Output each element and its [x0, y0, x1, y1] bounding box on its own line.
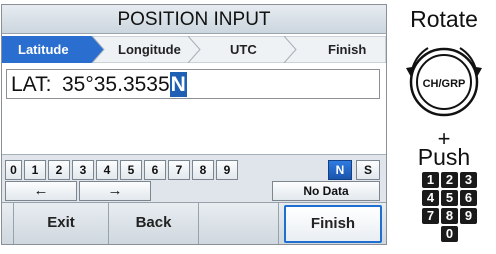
num-key-6-icon: 6: [460, 190, 477, 206]
key-6[interactable]: 6: [144, 160, 166, 180]
step-finish: Finish: [328, 42, 367, 57]
num-key-4-icon: 4: [422, 190, 439, 206]
latitude-input[interactable]: LAT: 35°35.3535N: [6, 69, 380, 99]
key-south[interactable]: S: [356, 160, 380, 180]
num-key-8-icon: 8: [441, 208, 458, 224]
step-utc: UTC: [230, 42, 257, 57]
key-4[interactable]: 4: [96, 160, 118, 180]
key-8[interactable]: 8: [192, 160, 214, 180]
key-7[interactable]: 7: [168, 160, 190, 180]
num-key-9-icon: 9: [460, 208, 477, 224]
key-0[interactable]: 0: [5, 160, 22, 180]
key-1[interactable]: 1: [24, 160, 46, 180]
num-key-1-icon: 1: [422, 172, 439, 188]
step-progress-bar: Latitude Longitude UTC Finish: [2, 36, 386, 63]
screen-title: POSITION INPUT: [2, 5, 386, 34]
key-2[interactable]: 2: [48, 160, 70, 180]
softkey-spacer: [2, 203, 14, 244]
num-key-0-icon: 0: [441, 226, 458, 242]
rotate-label: Rotate: [410, 6, 478, 32]
field-value: 35°35.3535N: [62, 72, 187, 97]
back-button[interactable]: Back: [109, 203, 199, 244]
control-legend: Rotate CH/GRP + Push 1 2 3 4 5 6 7 8 9 0: [392, 0, 496, 254]
knob-label: CH/GRP: [423, 78, 466, 90]
softkey-bar: Exit Back Finish: [2, 202, 386, 244]
key-9[interactable]: 9: [216, 160, 238, 180]
key-north[interactable]: N: [328, 160, 352, 180]
no-data-button[interactable]: No Data: [272, 181, 380, 201]
finish-button[interactable]: Finish: [284, 205, 382, 243]
position-input-screen: POSITION INPUT Latitude Longitude UTC Fi…: [1, 4, 387, 245]
step-latitude: Latitude: [18, 42, 69, 57]
blank-softkey[interactable]: [199, 203, 279, 244]
text-cursor: N: [169, 72, 187, 97]
exit-button[interactable]: Exit: [14, 203, 109, 244]
latitude-value: 35°35.3535: [62, 73, 170, 96]
step-longitude: Longitude: [118, 42, 181, 57]
num-key-7-icon: 7: [422, 208, 439, 224]
push-label: Push: [417, 144, 471, 170]
key-3[interactable]: 3: [72, 160, 94, 180]
ch-grp-knob-icon: CH/GRP: [406, 47, 482, 117]
num-key-2-icon: 2: [441, 172, 458, 188]
left-arrow-key[interactable]: ←: [5, 181, 77, 201]
num-key-3-icon: 3: [460, 172, 477, 188]
field-label: LAT:: [11, 73, 52, 96]
num-key-5-icon: 5: [441, 190, 458, 206]
right-arrow-key[interactable]: →: [79, 181, 151, 201]
key-5[interactable]: 5: [120, 160, 142, 180]
